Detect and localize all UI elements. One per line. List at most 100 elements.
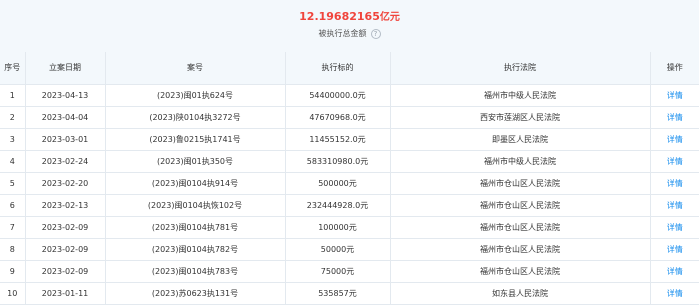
row-filing-date-cell: 2023-04-13: [25, 84, 106, 107]
row-filing-date-cell: 2023-02-09: [25, 216, 106, 240]
row-case-number: (2023)闽01执624号: [156, 90, 234, 100]
row-case-number: (2023)闽01执350号: [156, 156, 234, 166]
row-index: 1: [9, 90, 15, 100]
detail-link[interactable]: 详情: [667, 91, 683, 100]
row-enforcement-amount: 54400000.0元: [309, 90, 366, 100]
row-enforcement-amount-cell: 232444928.0元: [285, 194, 391, 218]
detail-link-cell: 详情: [650, 128, 699, 151]
row-enforcement-amount-cell: 54400000.0元: [285, 84, 391, 107]
table-row: 8 2023-02-09 (2023)闽0104执782号 50000元 福州市仓山区人…: [0, 238, 699, 262]
row-filing-date-cell: 2023-02-24: [25, 150, 106, 173]
row-index: 2: [9, 112, 15, 122]
row-enforcement-amount-cell: 500000元: [285, 172, 391, 195]
total-amount-label-row: 被执行总金额 ?: [0, 28, 699, 40]
row-enforcement-amount-cell: 535857元: [285, 282, 391, 305]
table-row: 4 2023-02-24 (2023)闽01执350号 583310980.0元 福州市…: [0, 150, 699, 173]
row-filing-date-cell: 2023-04-04: [25, 106, 106, 129]
row-case-number-cell: (2023)陕0104执3272号: [105, 106, 286, 129]
row-filing-date: 2023-02-24: [41, 156, 89, 166]
row-enforcement-amount-cell: 50000元: [285, 238, 391, 262]
row-case-number-cell: (2023)闽0104执782号: [105, 238, 286, 262]
row-court-cell: 即墨区人民法院: [390, 128, 651, 151]
row-case-number: (2023)闽0104执781号: [151, 223, 239, 233]
detail-link[interactable]: 详情: [667, 267, 683, 276]
row-court: 即墨区人民法院: [492, 134, 548, 144]
row-index: 6: [9, 201, 15, 211]
row-enforcement-amount: 11455152.0元: [309, 134, 366, 144]
row-index: 5: [9, 178, 15, 188]
row-court: 福州市中级人民法院: [484, 156, 556, 166]
row-enforcement-amount: 47670968.0元: [309, 112, 366, 122]
detail-link-cell: 详情: [650, 172, 699, 195]
table-row: 5 2023-02-20 (2023)闽0104执914号 500000元 福州市仓山区…: [0, 172, 699, 195]
table-body: 1 2023-04-13 (2023)闽01执624号 54400000.0元 福州市中…: [0, 84, 699, 305]
row-enforcement-amount-cell: 47670968.0元: [285, 106, 391, 129]
row-filing-date: 2023-04-04: [41, 112, 89, 122]
row-index: 4: [9, 156, 15, 166]
row-filing-date-cell: 2023-03-01: [25, 128, 106, 151]
row-filing-date: 2023-02-20: [41, 178, 89, 188]
row-enforcement-amount: 232444928.0元: [306, 201, 369, 211]
table-row: 6 2023-02-13 (2023)闽0104执恢102号 232444928.0元…: [0, 194, 699, 218]
row-case-number-cell: (2023)闽0104执914号: [105, 172, 286, 195]
detail-link[interactable]: 详情: [667, 179, 683, 188]
row-index-cell: 3: [0, 128, 26, 151]
row-case-number-cell: (2023)苏0623执131号: [105, 282, 286, 305]
detail-link[interactable]: 详情: [667, 223, 683, 232]
detail-link-cell: 详情: [650, 216, 699, 240]
total-amount-summary: 12.19682165亿元 被执行总金额 ?: [0, 0, 699, 52]
row-case-number-cell: (2023)闽0104执恢102号: [105, 194, 286, 218]
header-court: 执行法院: [390, 52, 651, 85]
row-filing-date: 2023-03-01: [41, 134, 89, 144]
row-case-number-cell: (2023)鲁0215执1741号: [105, 128, 286, 151]
row-enforcement-amount-cell: 75000元: [285, 260, 391, 284]
detail-link-cell: 详情: [650, 282, 699, 305]
row-case-number: (2023)苏0623执131号: [151, 289, 239, 299]
detail-link-cell: 详情: [650, 238, 699, 262]
detail-link[interactable]: 详情: [667, 135, 683, 144]
total-amount: 12.19682165亿元: [0, 9, 699, 25]
row-court: 如东县人民法院: [492, 289, 548, 299]
total-amount-unit: 亿元: [379, 12, 400, 23]
row-court: 福州市仓山区人民法院: [480, 178, 560, 188]
detail-link-cell: 详情: [650, 106, 699, 129]
row-filing-date: 2023-02-13: [41, 201, 89, 211]
row-court: 福州市仓山区人民法院: [480, 201, 560, 211]
row-court-cell: 福州市仓山区人民法院: [390, 194, 651, 218]
row-court-cell: 福州市中级人民法院: [390, 84, 651, 107]
row-court-cell: 西安市莲湖区人民法院: [390, 106, 651, 129]
detail-link[interactable]: 详情: [667, 157, 683, 166]
row-case-number-cell: (2023)闽0104执781号: [105, 216, 286, 240]
enforcement-table: 序号 立案日期 案号 执行标的 执行法院 操作 1 2023-04-13 (2023…: [0, 52, 699, 305]
detail-link[interactable]: 详情: [667, 201, 683, 210]
row-filing-date: 2023-02-09: [41, 245, 89, 255]
table-row: 3 2023-03-01 (2023)鲁0215执1741号 11455152.0元 即…: [0, 128, 699, 151]
detail-link[interactable]: 详情: [667, 245, 683, 254]
row-court-cell: 福州市中级人民法院: [390, 150, 651, 173]
row-enforcement-amount-cell: 100000元: [285, 216, 391, 240]
row-filing-date: 2023-02-09: [41, 223, 89, 233]
row-index: 8: [9, 245, 15, 255]
total-amount-label: 被执行总金额: [318, 29, 367, 38]
table-row: 7 2023-02-09 (2023)闽0104执781号 100000元 福州市仓山区…: [0, 216, 699, 240]
row-case-number: (2023)闽0104执783号: [151, 267, 239, 277]
row-case-number-cell: (2023)闽01执350号: [105, 150, 286, 173]
detail-link[interactable]: 详情: [667, 289, 683, 298]
row-index-cell: 2: [0, 106, 26, 129]
detail-link-cell: 详情: [650, 260, 699, 284]
question-circle-icon[interactable]: ?: [370, 29, 381, 39]
table-header-row: 序号 立案日期 案号 执行标的 执行法院 操作: [0, 52, 699, 85]
row-case-number: (2023)闽0104执782号: [151, 245, 239, 255]
detail-link-cell: 详情: [650, 194, 699, 218]
row-index: 3: [9, 134, 15, 144]
table-row: 9 2023-02-09 (2023)闽0104执783号 75000元 福州市仓山区人…: [0, 260, 699, 284]
row-enforcement-amount: 583310980.0元: [306, 156, 369, 166]
detail-link[interactable]: 详情: [667, 113, 683, 122]
detail-link-cell: 详情: [650, 150, 699, 173]
row-index-cell: 4: [0, 150, 26, 173]
row-enforcement-amount: 500000元: [318, 178, 357, 188]
row-case-number-cell: (2023)闽01执624号: [105, 84, 286, 107]
row-filing-date-cell: 2023-02-09: [25, 238, 106, 262]
row-index-cell: 10: [0, 282, 26, 305]
row-case-number: (2023)闽0104执914号: [151, 178, 239, 188]
